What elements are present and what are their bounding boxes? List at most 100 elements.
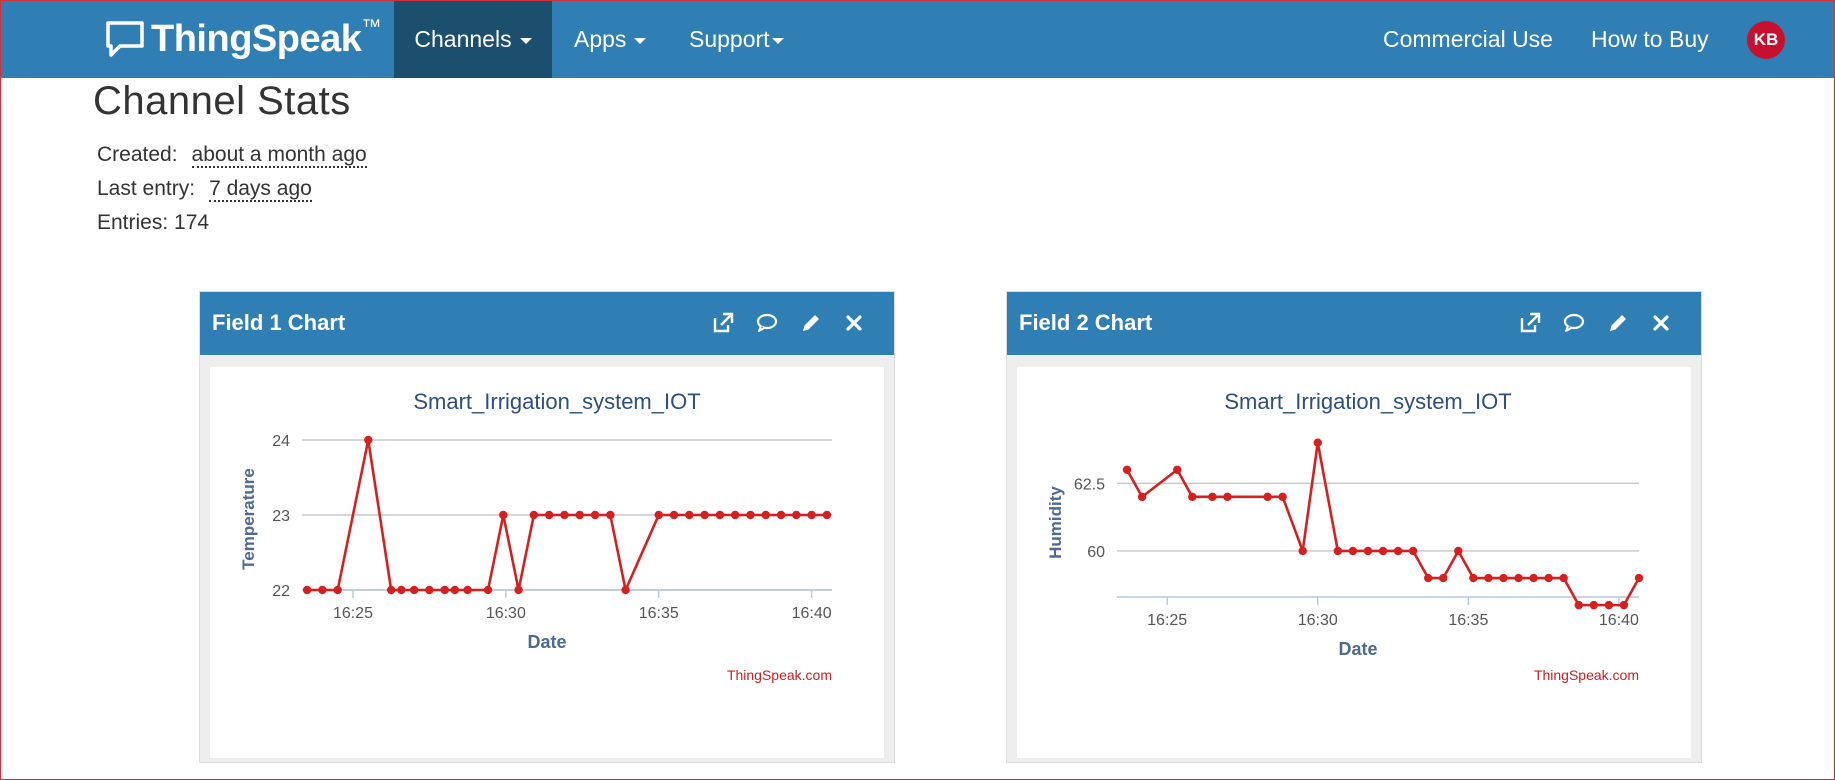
data-point: [544, 510, 554, 520]
x-tick-label: 16:30: [1298, 612, 1338, 629]
data-point: [1634, 573, 1644, 583]
data-point: [1298, 546, 1307, 556]
data-point: [776, 510, 786, 520]
data-point: [318, 585, 327, 595]
data-point: [1263, 492, 1272, 502]
close-icon[interactable]: [1648, 310, 1674, 336]
pencil-icon[interactable]: [798, 310, 824, 336]
data-point: [621, 585, 630, 595]
y-tick-label: 62.5: [1074, 476, 1105, 493]
data-point: [529, 510, 539, 520]
data-point: [386, 585, 396, 595]
chart-container: Smart_Irrigation_system_IOT 22 23 24 16:25 16…: [210, 367, 884, 758]
brand-logo[interactable]: ThingSpeak ™: [105, 15, 382, 61]
data-point: [807, 510, 816, 520]
panel-title: Field 2 Chart: [1019, 310, 1153, 335]
nav-channels-menu[interactable]: Channels: [394, 1, 552, 78]
data-point: [1439, 573, 1448, 583]
external-link-icon[interactable]: [1517, 310, 1543, 336]
data-point: [1454, 546, 1463, 556]
x-tick-label: 16:25: [333, 605, 373, 622]
data-point: [746, 510, 755, 520]
data-point: [730, 510, 740, 520]
data-point: [685, 510, 694, 520]
data-point: [1208, 492, 1217, 502]
data-point: [715, 510, 725, 520]
chart-title: Smart_Irrigation_system_IOT: [413, 389, 700, 414]
field-1-chart-panel: Field 1 Chart Smart_Irrigation_system_IO…: [199, 291, 895, 763]
brand-trademark: ™: [361, 15, 382, 38]
stat-entries: Entries: 174: [97, 211, 210, 234]
chart-credit-link: ThingSpeak.com: [727, 667, 832, 683]
pencil-icon[interactable]: [1605, 310, 1631, 336]
y-tick-label: 23: [272, 508, 290, 525]
user-avatar[interactable]: KB: [1747, 21, 1785, 59]
data-point: [1173, 465, 1182, 474]
data-point: [1559, 573, 1568, 583]
data-point: [1589, 600, 1599, 610]
data-point: [1348, 546, 1358, 556]
data-point: [425, 585, 434, 595]
stat-created-label: Created:: [97, 143, 178, 166]
data-point: [397, 585, 406, 595]
chevron-down-icon: [771, 37, 784, 44]
x-axis-label: Date: [1338, 639, 1377, 659]
data-point: [761, 510, 770, 520]
y-axis-label: Humidity: [1046, 486, 1065, 559]
data-point: [463, 585, 472, 595]
stat-created: Created: about a month ago: [97, 143, 367, 168]
speech-bubble-icon: [106, 21, 144, 57]
data-point: [1408, 546, 1418, 556]
chart-credit-link: ThingSpeak.com: [1534, 667, 1639, 683]
data-point: [1223, 492, 1232, 502]
data-point: [499, 510, 508, 520]
data-point: [450, 585, 460, 595]
data-point: [1137, 492, 1147, 502]
data-point: [514, 585, 523, 595]
nav-support-menu[interactable]: Support: [689, 1, 784, 78]
data-point: [1574, 600, 1583, 610]
nav-apps-label: Apps: [574, 26, 627, 52]
data-point: [1333, 546, 1343, 556]
data-point: [440, 585, 449, 595]
nav-how-to-buy-label: How to Buy: [1591, 26, 1709, 52]
data-point: [1469, 573, 1478, 583]
data-point: [1604, 600, 1614, 610]
external-link-icon[interactable]: [710, 310, 736, 336]
data-point: [792, 510, 801, 520]
y-tick-label: 60: [1087, 544, 1105, 561]
data-point: [1619, 600, 1629, 610]
panel-header: Field 2 Chart: [1007, 292, 1701, 355]
data-point: [700, 510, 709, 520]
data-point: [1423, 573, 1433, 583]
nav-how-to-buy-link[interactable]: How to Buy: [1591, 1, 1709, 78]
chart-container: Smart_Irrigation_system_IOT 60 62.5 16:25 16…: [1017, 367, 1691, 758]
data-point: [1499, 573, 1508, 583]
data-point: [364, 435, 373, 445]
data-point: [409, 585, 419, 595]
comment-icon[interactable]: [1561, 310, 1587, 336]
brand-name: ThingSpeak: [151, 17, 362, 60]
data-point: [654, 510, 663, 520]
close-icon[interactable]: [841, 310, 867, 336]
data-point: [1378, 546, 1388, 556]
stat-created-value: about a month ago: [191, 143, 367, 168]
data-point: [1484, 573, 1493, 583]
nav-commercial-use-link[interactable]: Commercial Use: [1383, 1, 1553, 78]
x-tick-label: 16:30: [486, 605, 526, 622]
nav-commercial-use-label: Commercial Use: [1383, 26, 1553, 52]
comment-icon[interactable]: [754, 310, 780, 336]
data-point: [575, 510, 584, 520]
data-point: [1313, 438, 1322, 447]
data-point: [590, 510, 600, 520]
y-axis-label: Temperature: [239, 468, 258, 570]
nav-apps-menu[interactable]: Apps: [574, 1, 647, 78]
data-point: [1514, 573, 1523, 583]
page-title: Channel Stats: [93, 79, 351, 123]
data-point: [560, 510, 569, 520]
x-tick-label: 16:40: [792, 605, 832, 622]
data-point: [1122, 465, 1132, 474]
data-point: [1363, 546, 1373, 556]
stat-last-entry-value: 7 days ago: [209, 177, 312, 202]
field-2-chart-panel: Field 2 Chart Smart_Irrigation_system_IO…: [1006, 291, 1702, 763]
